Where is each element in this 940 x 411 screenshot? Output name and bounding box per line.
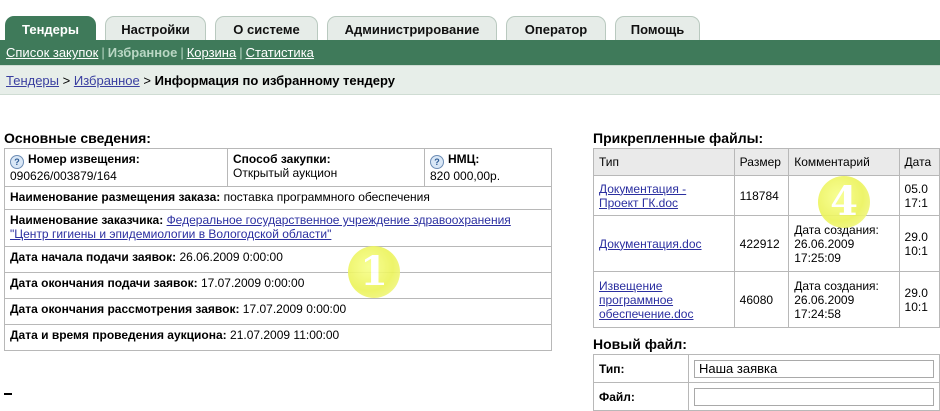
notice-cell: ? Номер извещения: 090626/003879/164 — [4, 148, 228, 187]
tab-about[interactable]: О системе — [215, 16, 318, 40]
basic-info-title: Основные сведения: — [4, 130, 151, 146]
file-date: 05.0 17:1 — [898, 175, 940, 216]
files-title: Прикрепленные файлы: — [593, 130, 764, 146]
separator: | — [239, 45, 243, 60]
files-header-row: Тип Размер Комментарий Дата — [593, 148, 940, 176]
basic-info-table: ? Номер извещения: 090626/003879/164 Спос… — [4, 148, 552, 351]
subnav-statistics[interactable]: Статистика — [246, 45, 314, 60]
subnav-favorites[interactable]: Избранное — [108, 45, 178, 60]
type-select[interactable]: Наша заявка — [694, 359, 934, 378]
breadcrumb-tenders[interactable]: Тендеры — [6, 73, 59, 88]
annotation-badge-1: 1 — [348, 246, 400, 298]
review-value: 17.07.2009 0:00:00 — [242, 302, 347, 316]
breadcrumb-favorites[interactable]: Избранное — [74, 73, 140, 88]
table-row: Извещение программное обеспечение.doc 46… — [593, 271, 940, 328]
subnav-purchase-list[interactable]: Список закупок — [6, 45, 98, 60]
file-size: 46080 — [733, 271, 790, 328]
start-date-row: Дата начала подачи заявок: 26.06.2009 0:… — [4, 246, 552, 273]
tab-settings[interactable]: Настройки — [105, 16, 206, 40]
files-table: Тип Размер Комментарий Дата Документация… — [593, 148, 940, 328]
start-label: Дата начала подачи заявок: — [10, 250, 177, 264]
nmc-label: НМЦ: — [448, 152, 480, 166]
column-header-date[interactable]: Дата — [898, 148, 940, 176]
new-file-title: Новый файл: — [593, 336, 687, 352]
start-value: 26.06.2009 0:00:00 — [179, 250, 283, 264]
file-comment: Дата создания: 26.06.2009 17:24:58 — [788, 271, 900, 328]
file-cell — [688, 382, 940, 411]
file-date: 29.0 10:1 — [898, 215, 940, 272]
sub-navigation: Список закупок | Избранное | Корзина | Статист… — [0, 40, 940, 65]
file-link[interactable]: Документация - Проект ГК.doc — [599, 182, 686, 210]
subnav-cart[interactable]: Корзина — [187, 45, 237, 60]
file-size: 422912 — [733, 215, 790, 272]
column-header-type[interactable]: Тип — [593, 148, 735, 176]
tab-tenders[interactable]: Тендеры — [5, 16, 96, 40]
end-label: Дата окончания подачи заявок: — [10, 276, 198, 290]
file-link[interactable]: Извещение программное обеспечение.doc — [599, 279, 693, 321]
column-header-size[interactable]: Размер — [733, 148, 790, 176]
nmc-cell: ? НМЦ: 820 000,00р. — [424, 148, 552, 187]
notice-label: Номер извещения: — [28, 152, 140, 166]
annotation-badge-4: 4 — [818, 176, 870, 228]
review-label: Дата окончания рассмотрения заявок: — [10, 302, 240, 316]
breadcrumb-separator: > — [62, 73, 71, 88]
auction-label: Дата и время проведения аукциона: — [10, 328, 227, 342]
file-link[interactable]: Документация.doc — [599, 237, 702, 251]
help-icon[interactable]: ? — [10, 155, 24, 169]
separator: | — [180, 45, 184, 60]
notice-value: 090626/003879/164 — [10, 169, 117, 183]
file-type-cell: Извещение программное обеспечение.doc — [593, 271, 735, 328]
file-date: 29.0 10:1 — [898, 271, 940, 328]
column-header-comment[interactable]: Комментарий — [788, 148, 900, 176]
auction-value: 21.07.2009 11:00:00 — [230, 328, 340, 342]
auction-date-row: Дата и время проведения аукциона: 21.07.… — [4, 324, 552, 351]
new-file-form: Тип: Наша заявка Файл: — [593, 354, 940, 411]
file-input[interactable] — [694, 387, 934, 406]
main-tabs: Тендеры Настройки О системе Администриро… — [0, 0, 940, 40]
truncated-heading — [4, 393, 12, 395]
tab-operator[interactable]: Оператор — [506, 16, 606, 40]
end-value: 17.07.2009 0:00:00 — [200, 276, 305, 290]
breadcrumb-current: Информация по избранному тендеру — [154, 73, 395, 88]
type-label: Тип: — [593, 354, 689, 383]
separator: | — [101, 45, 105, 60]
method-cell: Способ закупки: Открытый аукцион — [227, 148, 425, 187]
nmc-value: 820 000,00р. — [430, 169, 501, 183]
order-label: Наименование размещения заказа: — [10, 190, 221, 204]
end-date-row: Дата окончания подачи заявок: 17.07.2009… — [4, 272, 552, 299]
review-date-row: Дата окончания рассмотрения заявок: 17.0… — [4, 298, 552, 325]
file-label: Файл: — [593, 382, 689, 411]
customer-label: Наименование заказчика: — [10, 213, 164, 227]
table-row: Документация - Проект ГК.doc 118784 05.0… — [593, 175, 940, 216]
breadcrumb-separator: > — [143, 73, 151, 88]
file-type-cell: Документация.doc — [593, 215, 735, 272]
type-cell: Наша заявка — [688, 354, 940, 383]
table-row: Документация.doc 422912 Дата создания: 2… — [593, 215, 940, 272]
method-label: Способ закупки: — [233, 152, 331, 166]
order-row: Наименование размещения заказа: поставка… — [4, 186, 552, 210]
customer-row: Наименование заказчика: Федеральное госу… — [4, 209, 552, 247]
breadcrumb: Тендеры > Избранное > Информация по избр… — [0, 65, 940, 95]
method-value: Открытый аукцион — [233, 166, 338, 180]
order-value: поставка программного обеспечения — [223, 190, 430, 204]
tab-administration[interactable]: Администрирование — [327, 16, 497, 40]
file-type-cell: Документация - Проект ГК.doc — [593, 175, 735, 216]
file-size: 118784 — [733, 175, 790, 216]
tab-help[interactable]: Помощь — [615, 16, 700, 40]
help-icon[interactable]: ? — [430, 155, 444, 169]
